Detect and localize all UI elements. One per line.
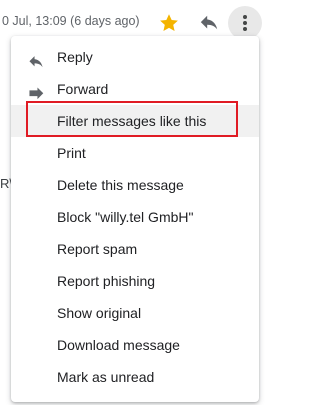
menu-item-label: Report phishing bbox=[57, 273, 156, 289]
forward-icon bbox=[27, 81, 45, 100]
menu-item-label: Delete this message bbox=[57, 177, 184, 193]
menu-item-label: Mark as unread bbox=[57, 369, 155, 385]
menu-item-block-sender[interactable]: Block "willy.tel GmbH" bbox=[11, 201, 259, 233]
message-timestamp: 0 Jul, 13:09 (6 days ago) bbox=[2, 14, 140, 28]
menu-item-delete[interactable]: Delete this message bbox=[11, 169, 259, 201]
menu-item-label: Report spam bbox=[57, 241, 138, 257]
more-options-button[interactable] bbox=[228, 6, 262, 40]
menu-item-download-message[interactable]: Download message bbox=[11, 329, 259, 361]
email-view: 0 Jul, 13:09 (6 days ago) R\ Reply Forwa… bbox=[0, 0, 271, 405]
reply-icon[interactable] bbox=[198, 13, 220, 33]
menu-item-forward[interactable]: Forward bbox=[11, 73, 259, 105]
menu-item-report-spam[interactable]: Report spam bbox=[11, 233, 259, 265]
menu-item-label: Forward bbox=[57, 81, 109, 97]
message-actions-menu: Reply Forward Filter messages like this … bbox=[11, 36, 259, 402]
menu-item-label: Filter messages like this bbox=[57, 113, 207, 129]
menu-item-label: Show original bbox=[57, 305, 142, 321]
star-icon[interactable] bbox=[158, 12, 180, 34]
reply-icon bbox=[27, 49, 45, 68]
menu-item-filter-messages[interactable]: Filter messages like this bbox=[11, 105, 259, 137]
more-vert-icon bbox=[243, 15, 247, 19]
menu-item-reply[interactable]: Reply bbox=[11, 41, 259, 73]
menu-item-show-original[interactable]: Show original bbox=[11, 297, 259, 329]
menu-item-label: Reply bbox=[57, 49, 93, 65]
menu-item-label: Block "willy.tel GmbH" bbox=[57, 209, 194, 225]
menu-item-label: Print bbox=[57, 145, 86, 161]
menu-item-print[interactable]: Print bbox=[11, 137, 259, 169]
menu-item-label: Download message bbox=[57, 337, 180, 353]
menu-item-report-phishing[interactable]: Report phishing bbox=[11, 265, 259, 297]
menu-item-mark-unread[interactable]: Mark as unread bbox=[11, 361, 259, 393]
